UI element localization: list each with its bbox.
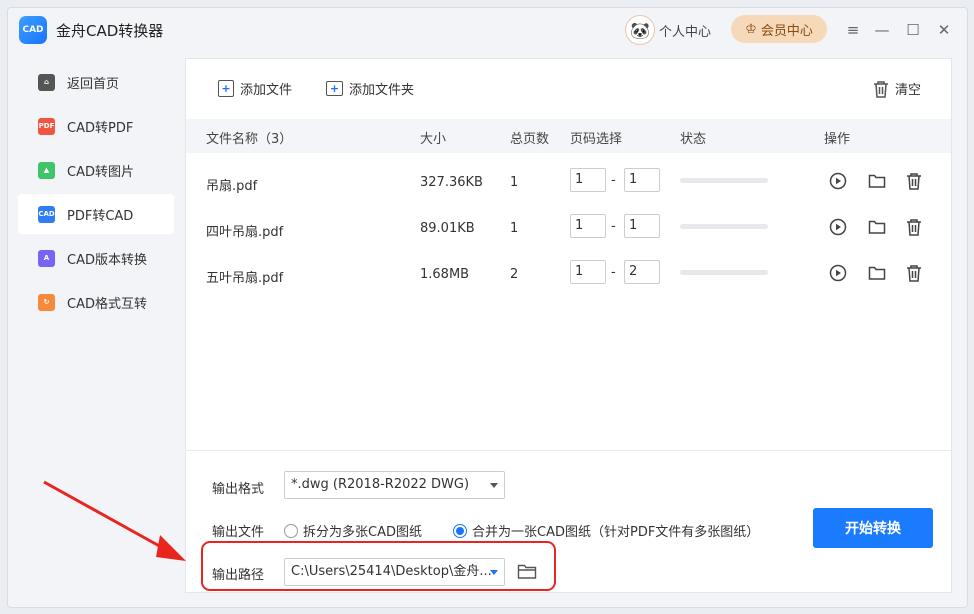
add-folder-label: 添加文件夹 <box>349 83 415 98</box>
cad-icon: CAD <box>38 205 55 223</box>
avatar-icon: 🐼 <box>625 15 655 45</box>
version-icon: A <box>38 249 55 267</box>
progress-bar <box>680 224 768 229</box>
sidebar-item-home[interactable]: ⌂ 返回首页 <box>18 62 174 102</box>
table-row: 五叶吊扇.pdf 1.68MB 2 1 - 2 <box>186 252 951 298</box>
header-pages: 总页数 <box>510 132 550 147</box>
table-row: 吊扇.pdf 327.36KB 1 1 - 1 <box>186 160 951 206</box>
play-icon[interactable] <box>828 217 848 237</box>
header-status: 状态 <box>680 132 707 147</box>
header-range: 页码选择 <box>570 132 623 147</box>
output-format-select[interactable]: *.dwg (R2018-R2022 DWG) <box>284 471 505 499</box>
header-size: 大小 <box>420 132 447 147</box>
image-icon: ▲ <box>38 161 55 179</box>
file-pages: 1 <box>510 221 519 236</box>
add-file-button[interactable]: + 添加文件 <box>218 79 292 98</box>
pdf-icon: PDF <box>38 117 55 135</box>
app-title: 金舟CAD转换器 <box>56 22 164 40</box>
split-option-label: 拆分为多张CAD图纸 <box>303 525 422 540</box>
file-size: 89.01KB <box>420 221 475 236</box>
sidebar-item-label: CAD版本转换 <box>67 252 147 268</box>
header-name: 文件名称（3） <box>206 132 293 147</box>
sidebar-item-label: PDF转CAD <box>67 208 134 224</box>
add-file-icon: + <box>218 80 234 97</box>
file-name: 吊扇.pdf <box>206 179 258 194</box>
crown-icon: ♔ <box>745 21 757 37</box>
page-to-input[interactable]: 2 <box>624 260 660 284</box>
file-name: 四叶吊扇.pdf <box>206 225 284 240</box>
page-to-input[interactable]: 1 <box>624 214 660 238</box>
sidebar-item-label: CAD转PDF <box>67 120 134 136</box>
play-icon[interactable] <box>828 171 848 191</box>
sidebar-item-cad-to-image[interactable]: ▲ CAD转图片 <box>18 150 174 190</box>
file-size: 1.68MB <box>420 267 470 282</box>
maximize-icon[interactable]: ☐ <box>901 18 925 42</box>
member-center-button[interactable]: ♔ 会员中心 <box>731 15 827 43</box>
split-radio[interactable]: 拆分为多张CAD图纸 <box>284 521 422 540</box>
page-from-input[interactable]: 1 <box>570 260 606 284</box>
sidebar-item-pdf-to-cad[interactable]: CAD PDF转CAD <box>18 194 174 234</box>
annotation-highlight-box <box>201 541 556 591</box>
member-center-label: 会员中心 <box>760 23 813 39</box>
home-icon: ⌂ <box>38 73 55 91</box>
clear-label: 清空 <box>895 83 922 98</box>
add-folder-button[interactable]: + 添加文件夹 <box>326 79 414 98</box>
folder-icon[interactable] <box>867 171 887 191</box>
sidebar-item-cad-to-pdf[interactable]: PDF CAD转PDF <box>18 106 174 146</box>
format-icon: ↻ <box>38 293 55 311</box>
output-format-value: *.dwg (R2018-R2022 DWG) <box>291 477 470 492</box>
trash-icon <box>874 80 888 98</box>
sidebar-item-format-convert[interactable]: ↻ CAD格式互转 <box>18 282 174 322</box>
radio-checked-icon <box>453 523 467 538</box>
page-to-input[interactable]: 1 <box>624 168 660 192</box>
delete-icon[interactable] <box>904 217 924 237</box>
range-separator: - <box>611 265 616 280</box>
radio-unchecked-icon <box>284 523 298 538</box>
file-pages: 2 <box>510 267 519 282</box>
add-folder-icon: + <box>326 81 343 96</box>
sidebar: ⌂ 返回首页 PDF CAD转PDF ▲ CAD转图片 CAD PDF转CAD … <box>18 62 174 326</box>
folder-icon[interactable] <box>867 217 887 237</box>
folder-icon[interactable] <box>867 263 887 283</box>
app-logo-icon: CAD <box>19 16 47 44</box>
delete-icon[interactable] <box>904 171 924 191</box>
header-actions: 操作 <box>824 132 851 147</box>
progress-bar <box>680 178 768 183</box>
range-separator: - <box>611 173 616 188</box>
file-pages: 1 <box>510 175 519 190</box>
play-icon[interactable] <box>828 263 848 283</box>
delete-icon[interactable] <box>904 263 924 283</box>
user-center-button[interactable]: 🐼 个人中心 <box>625 14 711 46</box>
close-icon[interactable]: ✕ <box>932 18 956 42</box>
start-convert-button[interactable]: 开始转换 <box>813 508 933 548</box>
sidebar-item-label: 返回首页 <box>67 76 120 92</box>
chevron-down-icon <box>490 483 498 488</box>
output-format-label: 输出格式 <box>212 482 265 497</box>
merge-radio[interactable]: 合并为一张CAD图纸（针对PDF文件有多张图纸） <box>453 521 759 540</box>
file-size: 327.36KB <box>420 175 483 190</box>
user-center-label: 个人中心 <box>659 24 712 40</box>
page-from-input[interactable]: 1 <box>570 214 606 238</box>
app-window: CAD 金舟CAD转换器 🐼 个人中心 ♔ 会员中心 ≡ — ☐ ✕ ⌂ 返回首… <box>7 7 968 608</box>
clear-button[interactable]: 清空 <box>873 79 921 98</box>
range-separator: - <box>611 219 616 234</box>
file-name: 五叶吊扇.pdf <box>206 271 284 286</box>
add-file-label: 添加文件 <box>240 83 293 98</box>
progress-bar <box>680 270 768 275</box>
output-file-label: 输出文件 <box>212 525 265 540</box>
minimize-icon[interactable]: — <box>870 18 894 42</box>
sidebar-item-label: CAD格式互转 <box>67 296 147 312</box>
file-panel: + 添加文件 + 添加文件夹 清空 文件名称（3） 大小 总页数 页码选择 状态… <box>185 58 952 450</box>
sidebar-item-label: CAD转图片 <box>67 164 134 180</box>
sidebar-item-version-convert[interactable]: A CAD版本转换 <box>18 238 174 278</box>
title-bar: CAD 金舟CAD转换器 🐼 个人中心 ♔ 会员中心 ≡ — ☐ ✕ <box>8 8 967 52</box>
table-header: 文件名称（3） 大小 总页数 页码选择 状态 操作 <box>186 119 951 153</box>
page-from-input[interactable]: 1 <box>570 168 606 192</box>
merge-option-label: 合并为一张CAD图纸（针对PDF文件有多张图纸） <box>472 525 760 540</box>
table-row: 四叶吊扇.pdf 89.01KB 1 1 - 1 <box>186 206 951 252</box>
menu-icon[interactable]: ≡ <box>841 18 865 42</box>
